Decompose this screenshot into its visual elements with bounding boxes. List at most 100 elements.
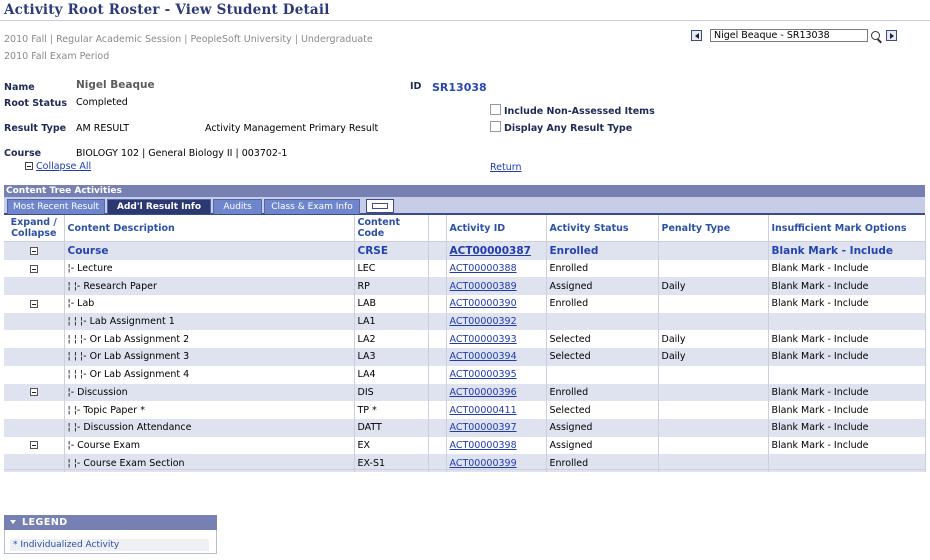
activity-id-text[interactable]: ACT00000399 bbox=[450, 458, 517, 469]
penalty-type-cell bbox=[658, 241, 769, 260]
activity-id-text[interactable]: ACT00000388 bbox=[450, 263, 517, 274]
content-tree-grid: Expand / Collapse Content Description Co… bbox=[4, 215, 926, 472]
tab-audits[interactable]: Audits bbox=[213, 199, 262, 214]
content-description-cell: ¦- Lecture bbox=[64, 259, 355, 278]
activity-id-text[interactable]: ACT00000396 bbox=[450, 387, 517, 398]
activity-status-cell bbox=[546, 312, 659, 331]
expand-collapse-cell[interactable] bbox=[4, 241, 65, 260]
activity-id-text[interactable]: ACT00000397 bbox=[450, 422, 517, 433]
col-penalty-type[interactable]: Penalty Type bbox=[658, 215, 769, 242]
activity-id-link[interactable]: ACT00000398 bbox=[446, 436, 547, 455]
activity-id-text[interactable]: ACT00000389 bbox=[450, 281, 517, 292]
activity-id-link[interactable]: ACT00000388 bbox=[446, 259, 547, 278]
expand-collapse-cell[interactable] bbox=[4, 259, 65, 278]
collapse-icon[interactable] bbox=[29, 388, 38, 397]
student-selector[interactable]: Nigel Beaque - SR13038 bbox=[710, 29, 868, 42]
activity-id-text[interactable]: ACT00000411 bbox=[450, 405, 517, 416]
col-content-code[interactable]: Content Code bbox=[354, 215, 429, 242]
activity-id-link[interactable]: ACT00000387 bbox=[446, 241, 547, 260]
col-activity-id[interactable]: Activity ID bbox=[446, 215, 547, 242]
col-activity-status[interactable]: Activity Status bbox=[546, 215, 659, 242]
activity-id-link[interactable]: ACT00000390 bbox=[446, 295, 547, 313]
include-non-assessed-checkbox[interactable] bbox=[490, 104, 501, 115]
penalty-type-cell bbox=[658, 312, 769, 331]
insufficient-mark-cell: Blank Mark - Include bbox=[768, 401, 926, 419]
content-code-cell: EX bbox=[354, 436, 429, 455]
previous-student-button[interactable] bbox=[691, 30, 702, 41]
activity-id-text[interactable]: ACT00000390 bbox=[450, 298, 517, 309]
collapse-icon[interactable] bbox=[29, 299, 38, 308]
activity-id-link[interactable]: ACT00000411 bbox=[446, 401, 547, 419]
grid-header-row: Expand / Collapse Content Description Co… bbox=[4, 215, 926, 242]
content-code-cell: TP * bbox=[354, 401, 429, 419]
show-all-columns-button[interactable] bbox=[366, 199, 394, 213]
blank-cell bbox=[428, 259, 447, 278]
content-code-cell: CRSE bbox=[354, 241, 429, 260]
content-description-cell: ¦- Discussion bbox=[64, 383, 355, 402]
blank-cell bbox=[428, 365, 447, 384]
activity-id-link[interactable]: ACT00000394 bbox=[446, 348, 547, 366]
tab-most-recent-result[interactable]: Most Recent Result bbox=[7, 199, 105, 214]
activity-id-text[interactable]: ACT00000394 bbox=[450, 351, 517, 362]
content-description-cell: ¦ ¦- Discussion Attendance bbox=[64, 418, 355, 437]
collapse-icon[interactable] bbox=[29, 264, 38, 273]
activity-status-cell: Selected bbox=[546, 348, 659, 366]
activity-id-link[interactable]: ACT00000389 bbox=[446, 277, 547, 296]
student-lookup-button[interactable] bbox=[871, 31, 883, 44]
activity-id-text[interactable]: ACT00000392 bbox=[450, 316, 517, 327]
col-expand-collapse[interactable]: Expand / Collapse bbox=[4, 215, 65, 242]
activity-id-link[interactable]: ACT00000397 bbox=[446, 418, 547, 437]
activity-status-cell: Selected bbox=[546, 401, 659, 419]
table-row: ¦ ¦ ¦- Or Lab Assignment 4 LA4 ACT00000395 bbox=[4, 365, 926, 384]
search-icon-handle bbox=[877, 38, 882, 44]
activity-id-text[interactable]: ACT00000387 bbox=[450, 245, 531, 257]
penalty-type-cell bbox=[658, 295, 769, 313]
activity-status-cell bbox=[546, 365, 659, 384]
collapse-all-link[interactable]: Collapse All bbox=[36, 161, 91, 172]
col-content-description[interactable]: Content Description bbox=[64, 215, 355, 242]
result-type-value: AM RESULT bbox=[76, 123, 130, 134]
expand-collapse-cell[interactable] bbox=[4, 436, 65, 455]
return-link[interactable]: Return bbox=[490, 162, 522, 173]
collapse-all-control[interactable]: Collapse All bbox=[25, 161, 105, 173]
collapse-icon[interactable] bbox=[29, 441, 38, 450]
table-row: ¦ ¦- Topic Paper * TP * ACT00000411 Selecte… bbox=[4, 401, 926, 419]
table-row: ¦ ¦ ¦- Or Lab Assignment 3 LA3 ACT00000394… bbox=[4, 348, 926, 366]
root-status-value: Completed bbox=[76, 97, 128, 108]
course-value: BIOLOGY 102 | General Biology II | 00370… bbox=[76, 148, 288, 159]
result-type-description: Activity Management Primary Result bbox=[205, 123, 379, 134]
activity-id-text[interactable]: ACT00000395 bbox=[450, 369, 517, 380]
expand-collapse-cell bbox=[4, 330, 65, 349]
context-line-1: 2010 Fall | Regular Academic Session | P… bbox=[4, 34, 373, 45]
tab-class-exam-info[interactable]: Class & Exam Info bbox=[264, 199, 360, 214]
content-code-cell: LA3 bbox=[354, 348, 429, 366]
content-code-cell: DIS bbox=[354, 383, 429, 402]
table-row: ¦ ¦ ¦- Or Lab Assignment 2 LA2 ACT00000393… bbox=[4, 330, 926, 349]
insufficient-mark-cell: Blank Mark - Include bbox=[768, 259, 926, 278]
collapse-icon[interactable] bbox=[29, 246, 38, 255]
blank-cell bbox=[428, 418, 447, 437]
table-row: ¦- Lab LAB ACT00000390 Enrolled Blank Mark -… bbox=[4, 295, 926, 313]
tab-addl-result-info[interactable]: Add'l Result Info bbox=[107, 199, 211, 214]
display-any-result-type-checkbox[interactable] bbox=[490, 121, 501, 132]
expand-collapse-cell[interactable] bbox=[4, 295, 65, 313]
content-description-cell: Course bbox=[64, 241, 355, 260]
content-code-cell: LEC bbox=[354, 259, 429, 278]
activity-id-text[interactable]: ACT00000393 bbox=[450, 334, 517, 345]
penalty-type-cell bbox=[658, 436, 769, 455]
activity-id-link[interactable]: ACT00000392 bbox=[446, 312, 547, 331]
activity-status-cell: Enrolled bbox=[546, 259, 659, 278]
activity-id-link[interactable]: ACT00000393 bbox=[446, 330, 547, 349]
activity-id-link[interactable]: ACT00000396 bbox=[446, 383, 547, 402]
activity-status-cell: Assigned bbox=[546, 277, 659, 296]
content-code-cell: LAB bbox=[354, 295, 429, 313]
blank-cell bbox=[428, 436, 447, 455]
insufficient-mark-cell bbox=[768, 365, 926, 384]
activity-id-link[interactable]: ACT00000395 bbox=[446, 365, 547, 384]
legend-header[interactable]: LEGEND bbox=[4, 515, 217, 530]
expand-collapse-cell[interactable] bbox=[4, 383, 65, 402]
activity-id-text[interactable]: ACT00000398 bbox=[450, 440, 517, 451]
next-student-button[interactable] bbox=[886, 30, 897, 41]
col-insufficient-mark-options[interactable]: Insufficient Mark Options bbox=[768, 215, 926, 242]
blank-cell bbox=[428, 330, 447, 349]
